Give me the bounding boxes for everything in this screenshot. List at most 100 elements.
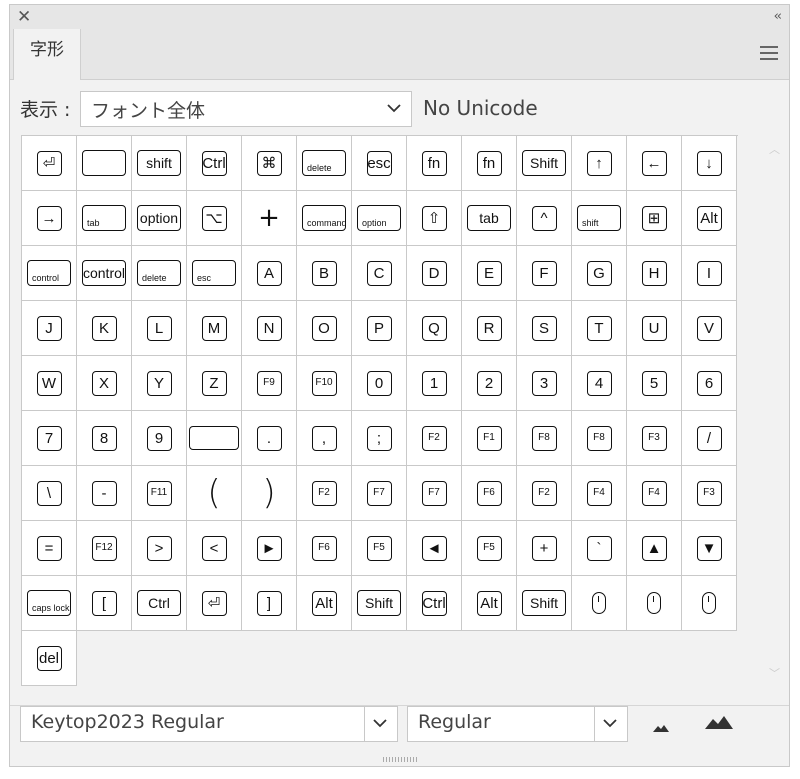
glyph-cell[interactable]: <	[187, 521, 242, 576]
glyph-cell[interactable]: control	[77, 246, 132, 301]
glyph-cell[interactable]: A	[242, 246, 297, 301]
glyph-cell[interactable]: ▼	[682, 521, 737, 576]
glyph-cell[interactable]: V	[682, 301, 737, 356]
glyph-cell[interactable]: F4	[572, 466, 627, 521]
glyph-cell[interactable]: option	[352, 191, 407, 246]
glyph-cell[interactable]: del	[22, 631, 77, 686]
glyph-cell[interactable]: F10	[297, 356, 352, 411]
glyph-cell[interactable]: -	[77, 466, 132, 521]
glyph-cell[interactable]: >	[132, 521, 187, 576]
glyph-cell[interactable]: W	[22, 356, 77, 411]
tab-glyphs[interactable]: 字形	[13, 29, 81, 80]
glyph-cell[interactable]: F5	[352, 521, 407, 576]
glyph-cell[interactable]: fn	[407, 136, 462, 191]
glyph-cell[interactable]: F2	[517, 466, 572, 521]
glyph-cell[interactable]: J	[22, 301, 77, 356]
glyph-cell[interactable]: esc	[187, 246, 242, 301]
panel-menu-icon[interactable]	[760, 46, 778, 60]
glyph-cell[interactable]: /	[682, 411, 737, 466]
glyph-cell[interactable]: 8	[77, 411, 132, 466]
glyph-cell[interactable]: delete	[297, 136, 352, 191]
glyph-cell[interactable]: ,	[297, 411, 352, 466]
scroll-up-icon[interactable]: ︿	[769, 141, 780, 157]
glyph-cell[interactable]	[187, 411, 242, 466]
zoom-out-icon[interactable]	[652, 718, 670, 737]
glyph-cell[interactable]: =	[22, 521, 77, 576]
glyph-cell[interactable]: shift	[132, 136, 187, 191]
glyph-cell[interactable]: M	[187, 301, 242, 356]
glyph-cell[interactable]: esc	[352, 136, 407, 191]
glyph-cell[interactable]: F	[517, 246, 572, 301]
font-family-dropdown[interactable]: Keytop2023 Regular	[20, 706, 398, 742]
glyph-cell[interactable]: delete	[132, 246, 187, 301]
glyph-cell[interactable]: F5	[462, 521, 517, 576]
glyph-cell[interactable]: D	[407, 246, 462, 301]
glyph-cell[interactable]: ⇧	[407, 191, 462, 246]
glyph-cell[interactable]: Shift	[517, 136, 572, 191]
glyph-cell[interactable]: U	[627, 301, 682, 356]
glyph-cell[interactable]	[682, 576, 737, 631]
glyph-cell[interactable]: ^	[517, 191, 572, 246]
glyph-cell[interactable]: option	[132, 191, 187, 246]
glyph-cell[interactable]: F2	[297, 466, 352, 521]
glyph-cell[interactable]: \	[22, 466, 77, 521]
show-dropdown[interactable]: フォント全体	[80, 91, 412, 127]
glyph-cell[interactable]: ⏎	[187, 576, 242, 631]
close-icon[interactable]: ✕	[17, 6, 31, 28]
glyph-cell[interactable]: .	[242, 411, 297, 466]
glyph-cell[interactable]: Q	[407, 301, 462, 356]
vertical-scrollbar[interactable]: ︿ ﹀	[769, 141, 783, 681]
glyph-cell[interactable]: Ctrl	[132, 576, 187, 631]
glyph-cell[interactable]: E	[462, 246, 517, 301]
glyph-cell[interactable]: Shift	[517, 576, 572, 631]
glyph-cell[interactable]: Alt	[682, 191, 737, 246]
glyph-cell[interactable]: +	[242, 191, 297, 246]
glyph-cell[interactable]: ←	[627, 136, 682, 191]
glyph-cell[interactable]: `	[572, 521, 627, 576]
glyph-cell[interactable]: Ctrl	[187, 136, 242, 191]
glyph-cell[interactable]: 6	[682, 356, 737, 411]
glyph-cell[interactable]: F1	[462, 411, 517, 466]
glyph-cell[interactable]: ◄	[407, 521, 462, 576]
glyph-cell[interactable]: [	[77, 576, 132, 631]
glyph-cell[interactable]: ;	[352, 411, 407, 466]
glyph-cell[interactable]: Shift	[352, 576, 407, 631]
glyph-cell[interactable]: F4	[627, 466, 682, 521]
glyph-cell[interactable]: F3	[627, 411, 682, 466]
glyph-cell[interactable]: 2	[462, 356, 517, 411]
glyph-cell[interactable]: 3	[517, 356, 572, 411]
glyph-cell[interactable]: F7	[407, 466, 462, 521]
glyph-cell[interactable]: F6	[462, 466, 517, 521]
glyph-cell[interactable]: ↓	[682, 136, 737, 191]
glyph-cell[interactable]: tab	[462, 191, 517, 246]
glyph-cell[interactable]: L	[132, 301, 187, 356]
glyph-cell[interactable]: ⏎	[22, 136, 77, 191]
glyph-cell[interactable]: Z	[187, 356, 242, 411]
glyph-cell[interactable]: S	[517, 301, 572, 356]
glyph-cell[interactable]: P	[352, 301, 407, 356]
glyph-cell[interactable]	[77, 136, 132, 191]
glyph-cell[interactable]: )	[242, 466, 297, 521]
glyph-cell[interactable]	[572, 576, 627, 631]
glyph-cell[interactable]: Alt	[297, 576, 352, 631]
glyph-cell[interactable]: Alt	[462, 576, 517, 631]
resize-grip-icon[interactable]	[383, 757, 417, 762]
glyph-cell[interactable]: 9	[132, 411, 187, 466]
glyph-cell[interactable]	[627, 576, 682, 631]
glyph-cell[interactable]: ▲	[627, 521, 682, 576]
glyph-cell[interactable]: 4	[572, 356, 627, 411]
glyph-cell[interactable]: F2	[407, 411, 462, 466]
collapse-panel-icon[interactable]: ‹‹	[774, 7, 783, 27]
font-style-dropdown[interactable]: Regular	[407, 706, 628, 742]
glyph-cell[interactable]: K	[77, 301, 132, 356]
glyph-cell[interactable]: ►	[242, 521, 297, 576]
glyph-cell[interactable]: F7	[352, 466, 407, 521]
glyph-cell[interactable]: B	[297, 246, 352, 301]
glyph-cell[interactable]: F9	[242, 356, 297, 411]
glyph-cell[interactable]: G	[572, 246, 627, 301]
glyph-cell[interactable]: (	[187, 466, 242, 521]
glyph-cell[interactable]: tab	[77, 191, 132, 246]
zoom-in-icon[interactable]	[704, 714, 734, 734]
glyph-cell[interactable]: R	[462, 301, 517, 356]
glyph-cell[interactable]: command	[297, 191, 352, 246]
